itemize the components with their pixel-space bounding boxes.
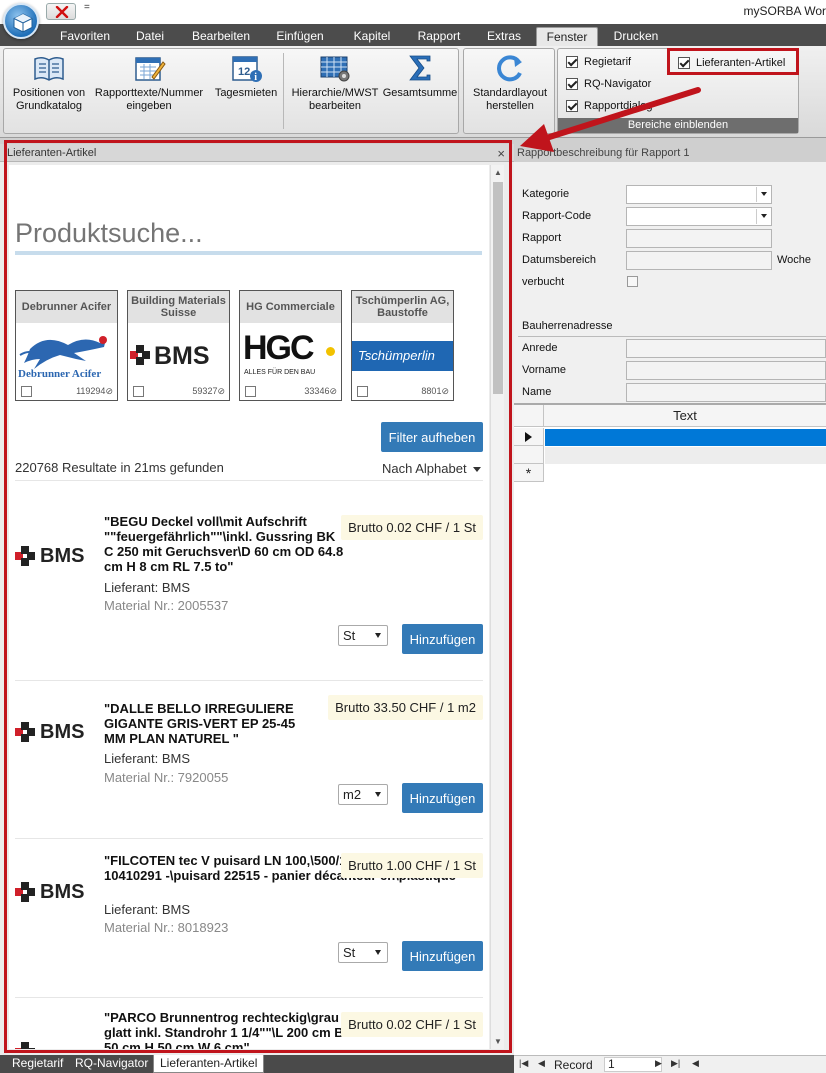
highlight-ribbon-checkbox [667,48,799,75]
verbucht-label: verbucht [522,276,565,288]
gesamtsumme-label: Gesamtsumme [382,87,458,99]
tab-rapport[interactable]: Rapport [410,27,468,46]
tab-fenster[interactable]: Fenster [536,27,598,46]
anrede-field[interactable] [626,339,826,358]
regietarif-checkbox[interactable]: Regietarif [566,56,631,68]
bauherrenadresse-heading: Bauherrenadresse [522,320,613,332]
refresh-icon [497,55,522,82]
rapport-code-combo[interactable] [626,207,772,226]
tab-datei[interactable]: Datei [126,27,174,46]
app-cube-icon [13,13,33,33]
book-icon [34,56,64,81]
hierarchie-mwst-button[interactable]: Hierarchie/MWST bearbeiten [286,53,384,113]
chevron-down-icon[interactable] [756,187,770,202]
tab-kapitel[interactable]: Kapitel [345,27,399,46]
prev-record-icon[interactable]: ◀ [538,1058,545,1069]
record-number-input[interactable]: 1 [604,1057,662,1072]
grid-row-selected[interactable] [545,429,826,446]
sigma-icon [409,55,431,81]
calendar-12-info-icon: 12 i [232,56,262,83]
positionen-grundkatalog-button[interactable]: Positionen von Grundkatalog [8,53,90,113]
tab-extras[interactable]: Extras [478,27,530,46]
calendar-edit-icon [135,57,166,81]
tab-drucken[interactable]: Drucken [606,27,666,46]
first-record-icon[interactable]: |◀ [519,1058,528,1069]
tab-lieferanten-artikel[interactable]: Lieferanten-Artikel [153,1055,265,1073]
tab-regietarif[interactable]: Regietarif [6,1055,69,1073]
datumsbereich-field[interactable] [626,251,772,270]
close-icon [55,6,69,18]
tab-einfuegen[interactable]: Einfügen [268,27,332,46]
name-label: Name [522,386,552,398]
current-row-icon [525,432,532,442]
application-window: = mySORBA Wor Favoriten Datei Bearbeiten… [0,0,826,1073]
qat-dropdown[interactable]: = [84,2,90,13]
scroll-left-icon[interactable]: ◀ [692,1058,699,1069]
text-grid: Text * [514,403,826,1055]
divider [518,336,826,337]
next-record-icon[interactable]: ▶ [655,1058,662,1069]
hierarchie-mwst-label: Hierarchie/MWST bearbeiten [291,87,379,112]
verbucht-checkbox[interactable] [627,276,638,287]
grid-row[interactable] [545,447,826,464]
tab-bearbeiten[interactable]: Bearbeiten [186,27,256,46]
rapporttexte-button[interactable]: Rapporttexte/Nummer eingeben [90,53,208,113]
ribbon-group-functions: Positionen von Grundkatalog Rapporttexte… [3,48,459,134]
window-title: mySORBA Wor [743,4,826,18]
svg-text:12: 12 [238,66,250,78]
svg-text:i: i [254,72,257,83]
rapportbeschreibung-panel: Rapportbeschreibung für Rapport 1 Katego… [514,144,826,1055]
grid-corner [514,405,544,427]
grid-column-text[interactable]: Text [544,405,826,427]
name-field[interactable] [626,383,826,402]
positionen-grundkatalog-label: Positionen von Grundkatalog [12,87,86,112]
new-row-icon[interactable]: * [514,464,544,482]
gesamtsumme-button[interactable]: Gesamtsumme [382,53,458,100]
qat-close-button[interactable] [46,3,76,20]
rapport-label: Rapport [522,232,562,244]
bottom-tab-bar: Regietarif RQ-Navigator Lieferanten-Arti… [0,1055,514,1073]
last-record-icon[interactable]: ▶| [671,1058,680,1069]
rapport-field[interactable] [626,229,772,248]
tagesmieten-button[interactable]: 12 i Tagesmieten [208,53,284,100]
record-navigator: |◀ ◀ Record 1 ▶ ▶| ◀ [514,1055,826,1073]
highlight-panel [4,140,512,1053]
regietarif-label: Regietarif [584,56,632,68]
woche-label: Woche [777,254,812,266]
ribbon-divider [283,53,284,129]
table-gear-icon [320,56,350,82]
tab-favoriten[interactable]: Favoriten [55,27,115,46]
grid-row-header[interactable] [514,446,544,464]
datumsbereich-label: Datumsbereich [522,254,596,266]
grid-row-header[interactable] [514,428,544,446]
title-bar: = mySORBA Wor [0,0,826,24]
anrede-label: Anrede [522,342,558,354]
tagesmieten-label: Tagesmieten [214,87,278,99]
rapporttexte-label: Rapporttexte/Nummer eingeben [94,87,204,112]
kategorie-combo[interactable] [626,185,772,204]
ribbon-tab-bar: Favoriten Datei Bearbeiten Einfügen Kapi… [0,24,826,46]
chevron-down-icon[interactable] [756,209,770,224]
tab-rq-navigator[interactable]: RQ-Navigator [69,1055,154,1073]
vorname-label: Vorname [522,364,567,376]
app-menu-button[interactable] [3,3,39,39]
record-label: Record [554,1058,593,1072]
kategorie-label: Kategorie [522,188,570,200]
rapport-code-label: Rapport-Code [522,210,592,222]
vorname-field[interactable] [626,361,826,380]
annotation-arrow [520,87,701,152]
check-icon [566,56,578,68]
